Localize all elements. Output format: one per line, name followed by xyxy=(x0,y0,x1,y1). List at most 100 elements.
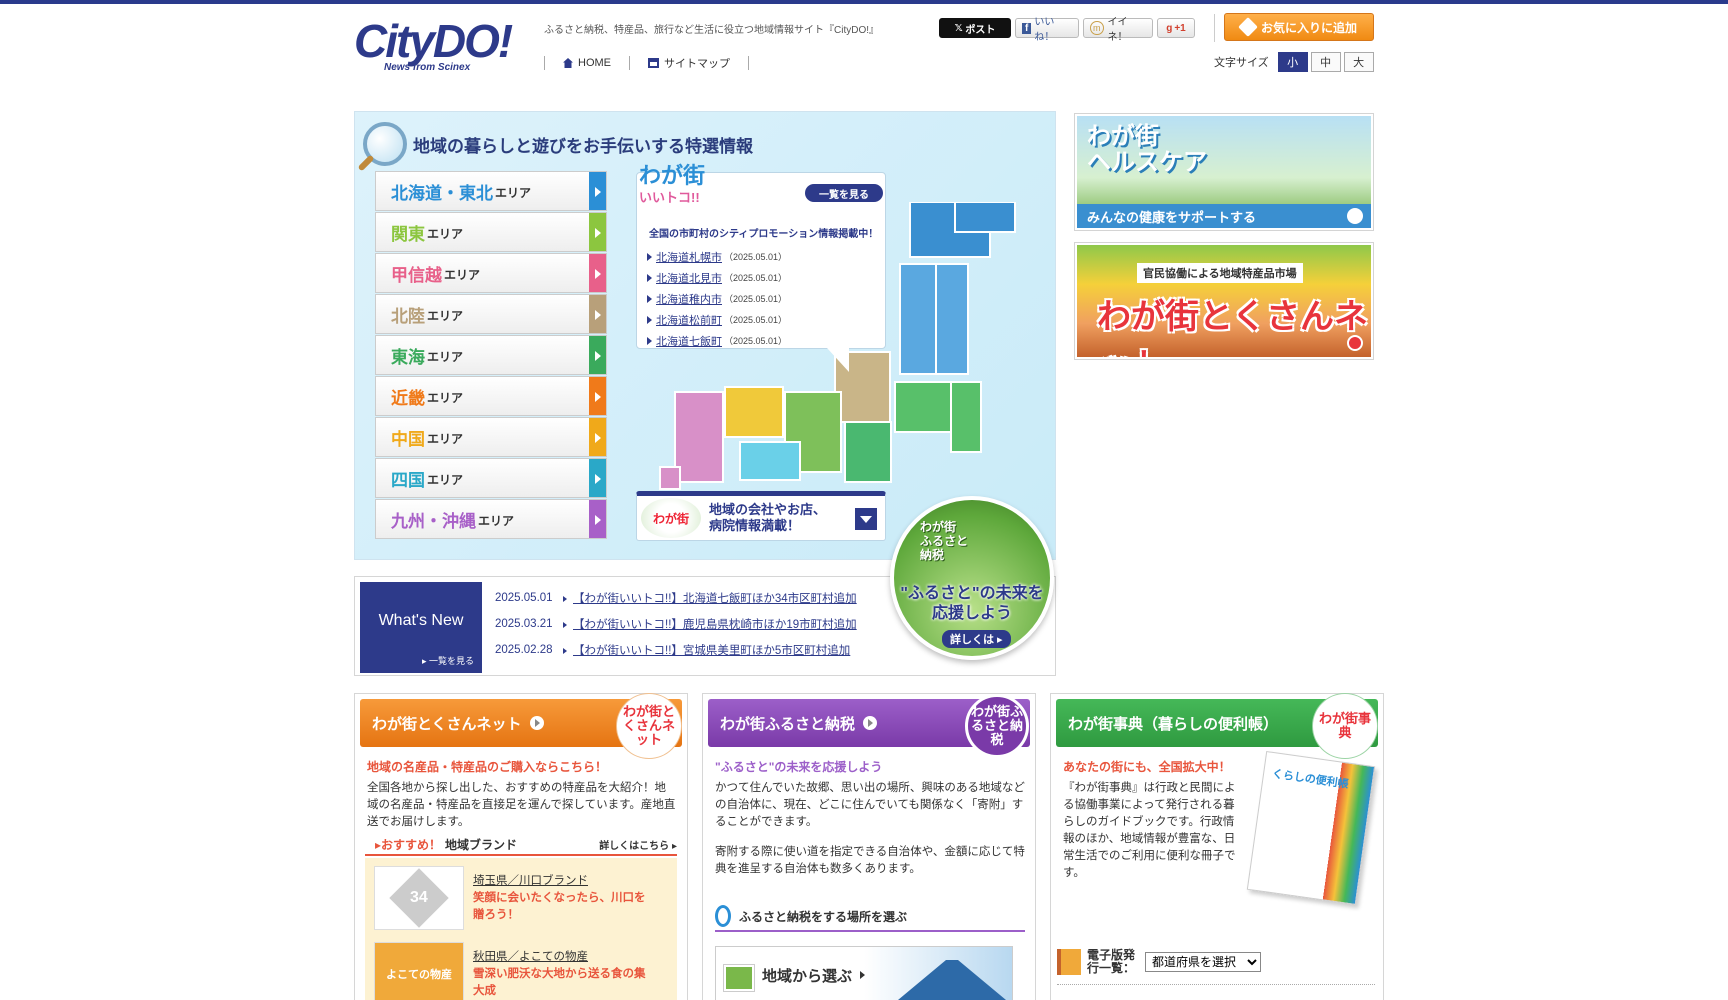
guidebook-image[interactable]: くらしの便利帳 xyxy=(1246,751,1376,905)
citydo-logo[interactable]: CityDO! News from Scinex xyxy=(354,18,524,78)
itoko-city-link[interactable]: 北海道札幌市 xyxy=(656,249,722,265)
font-size-small-button[interactable]: 小 xyxy=(1277,52,1308,72)
x-icon: 𝕏 xyxy=(954,22,966,34)
news-link[interactable]: 【わが街いいトコ!!】北海道七飯町ほか34市区町村追加 xyxy=(563,590,857,606)
healthcare-banner-bar: みんなの健康をサポートする xyxy=(1077,204,1371,228)
area-suffix: エリア xyxy=(427,309,464,323)
chevron-down-icon[interactable] xyxy=(855,508,877,530)
brand-list: 34 埼玉県／川口ブランド 笑顔に会いたくなったら、川口を贈ろう！ よこての物産… xyxy=(365,858,677,1000)
nav-home-label: HOME xyxy=(578,57,611,69)
brand-name-link[interactable]: 秋田県／よこての物産 xyxy=(473,948,588,964)
nav-sitemap-link[interactable]: サイトマップ xyxy=(630,55,748,71)
guidebook-title: くらしの便利帳 xyxy=(1271,768,1350,791)
area-item-tokai[interactable]: 東海 エリア xyxy=(375,335,607,375)
itoko-city-link[interactable]: 北海道稚内市 xyxy=(656,291,722,307)
healthcare-banner[interactable]: わが街 ヘルスケア みんなの健康をサポートする xyxy=(1074,113,1374,231)
furusato-column-body2: 寄附する際に使い道を指定できる自治体や、金額に応じて特典を進呈する自治体も数多く… xyxy=(715,846,1025,875)
itoko-city-link[interactable]: 北海道松前町 xyxy=(656,312,722,328)
map-kyushu[interactable] xyxy=(659,391,724,490)
area-item-hokkaido-tohoku[interactable]: 北海道・東北 エリア xyxy=(375,171,607,211)
mixi-icon: m xyxy=(1090,21,1104,35)
furusato-tax-badge[interactable]: わが街 ふるさと 納税 "ふるさと"の未来を 応援しよう 詳しくは ▸ xyxy=(890,496,1054,660)
area-item-koshinetsu[interactable]: 甲信越 エリア xyxy=(375,253,607,293)
itoko-view-all-button[interactable]: 一覧を見る xyxy=(805,184,883,202)
map-chugoku[interactable] xyxy=(724,386,784,438)
feature-title: 地域の暮らしと遊びをお手伝いする特選情報 xyxy=(363,122,753,166)
x-post-button[interactable]: 𝕏 ポスト xyxy=(939,18,1011,38)
furusato-badge-more-label: 詳しくは xyxy=(950,634,994,646)
x-post-label: ポスト xyxy=(965,24,996,36)
itoko-logo[interactable]: わが街 いいトコ!! xyxy=(639,165,705,209)
map-tohoku[interactable] xyxy=(899,263,969,375)
furusato-column-body: かつて住んでいた故郷、思い出の場所、興味のある地域などの自治体に、現在、どこに住… xyxy=(715,782,1025,828)
furusato-copy-line2: 応援しよう xyxy=(931,605,1012,622)
area-suffix: エリア xyxy=(427,227,464,241)
whats-new-view-all[interactable]: ▸ 一覧を見る xyxy=(422,654,474,667)
map-tokai[interactable] xyxy=(844,421,892,483)
news-date: 2025.02.28 xyxy=(495,644,553,656)
brand-description: 笑顔に会いたくなったら、川口を贈ろう！ xyxy=(473,892,646,921)
whats-new-view-all-label: 一覧を見る xyxy=(428,656,474,666)
healthcare-title-line1: わが街 xyxy=(1087,123,1159,150)
business-guide-banner[interactable]: わが街 地域の会社やお店、 病院情報満載！ xyxy=(636,491,886,541)
font-size-label: 文字サイズ xyxy=(1214,57,1269,69)
add-favorite-button[interactable]: お気に入りに追加 xyxy=(1224,13,1374,41)
furusato-logo-line1: わが街 xyxy=(920,520,957,534)
jiten-column-badge: わが街事典 xyxy=(1313,694,1377,758)
furusato-badge-logo: わが街 ふるさと 納税 xyxy=(920,520,968,562)
google-plus-button[interactable]: g +1 xyxy=(1157,18,1195,38)
select-by-region-button[interactable]: 地域から選ぶ xyxy=(715,946,1013,1000)
prefecture-select[interactable]: 都道府県を選択 xyxy=(1145,952,1261,972)
itoko-city-link[interactable]: 北海道七飯町 xyxy=(656,333,722,349)
area-item-hokuriku[interactable]: 北陸 エリア xyxy=(375,294,607,334)
facebook-like-button[interactable]: f いいね！ xyxy=(1015,17,1079,43)
furusato-badge-more[interactable]: 詳しくは ▸ xyxy=(942,630,1011,648)
brand-header-rec-label: おすすめ！ xyxy=(381,837,442,852)
brand-thumbnail[interactable]: 34 xyxy=(374,866,464,930)
chevron-right-icon xyxy=(589,336,606,374)
play-icon xyxy=(1347,335,1363,351)
news-link[interactable]: 【わが街いいトコ!!】鹿児島県枕崎市ほか19市町村追加 xyxy=(563,616,857,632)
area-item-kanto[interactable]: 関東 エリア xyxy=(375,212,607,252)
brand-thumbnail[interactable]: よこての物産 xyxy=(374,942,464,1000)
feature-panel: 地域の暮らしと遊びをお手伝いする特選情報 北海道・東北 エリア 関東 エリア 甲信越… xyxy=(354,111,1056,560)
whats-new-box[interactable]: What's New ▸ 一覧を見る xyxy=(360,582,482,673)
google-icon: g xyxy=(1166,22,1173,34)
tokusan-banner[interactable]: 官民協働による地域特産品市場 わが街とくさんネット xyxy=(1074,242,1374,360)
area-suffix: エリア xyxy=(427,473,464,487)
furusato-badge-copy: "ふるさと"の未来を 応援しよう xyxy=(894,584,1050,624)
font-size-medium-button[interactable]: 中 xyxy=(1310,52,1341,72)
chevron-right-icon xyxy=(860,971,866,979)
area-menu: 北海道・東北 エリア 関東 エリア 甲信越 エリア 北陸 エリア 東海 エリア 近畿 エリア… xyxy=(375,171,607,540)
news-link[interactable]: 【わが街いいトコ!!】宮城県美里町ほか5市区町村追加 xyxy=(563,642,850,658)
area-item-chugoku[interactable]: 中国 エリア xyxy=(375,417,607,457)
area-item-kyushu-okinawa[interactable]: 九州・沖縄 エリア xyxy=(375,499,607,539)
business-guide-line1: 地域の会社やお店、 xyxy=(709,502,827,517)
list-item: 北海道稚内市 （2025.05.01） xyxy=(647,288,787,309)
jiten-column: わが街事典（暮らしの便利帳） わが街事典 あなたの街にも、全国拡大中！ 『わが街… xyxy=(1050,693,1384,1000)
nav-home-link[interactable]: HOME xyxy=(545,57,629,69)
mixi-check-button[interactable]: m イイネ！ xyxy=(1083,17,1153,43)
itoko-city-link[interactable]: 北海道北見市 xyxy=(656,270,722,286)
itoko-date: （2025.05.01） xyxy=(724,252,788,262)
brand-header-sub: 地域ブランド xyxy=(445,837,518,852)
font-size-large-button[interactable]: 大 xyxy=(1343,52,1374,72)
brand-item: よこての物産 秋田県／よこての物産 雪深い肥沃な大地から送る食の集大成 xyxy=(374,942,664,1000)
map-shikoku[interactable] xyxy=(739,441,801,481)
brand-name-link[interactable]: 埼玉県／川口ブランド xyxy=(473,872,588,888)
furusato-select-header: ふるさと納税をする場所を選ぶ xyxy=(715,902,1025,932)
brand-emblem-icon: 34 xyxy=(389,868,449,928)
business-guide-logo: わが街 xyxy=(641,498,701,538)
map-kanto[interactable] xyxy=(894,381,982,453)
chevron-right-icon xyxy=(589,459,606,497)
brand-more-link[interactable]: 詳しくはこちら ▸ xyxy=(599,837,677,852)
chevron-right-icon xyxy=(589,418,606,456)
area-item-shikoku[interactable]: 四国 エリア xyxy=(375,458,607,498)
logo-subtitle: News from Scinex xyxy=(384,62,471,73)
area-item-kinki[interactable]: 近畿 エリア xyxy=(375,376,607,416)
brand-more-label: 詳しくはこちら xyxy=(599,840,670,852)
healthcare-title-line2: ヘルスケア xyxy=(1087,149,1207,176)
map-hokkaido[interactable] xyxy=(909,202,1016,258)
area-name: 東海 xyxy=(391,347,425,367)
healthcare-banner-image: わが街 ヘルスケア みんなの健康をサポートする xyxy=(1077,116,1371,228)
